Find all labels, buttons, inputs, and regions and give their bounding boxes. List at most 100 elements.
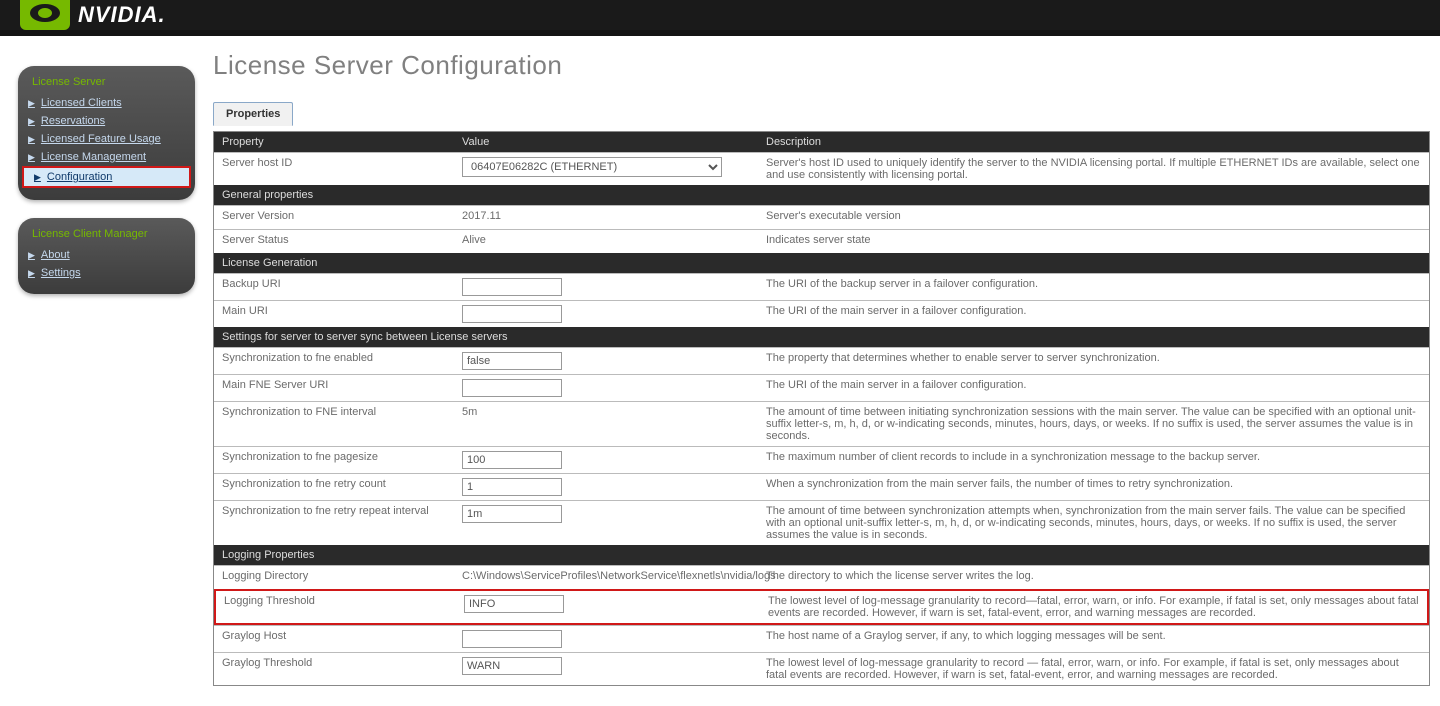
prop-desc: Server's host ID used to uniquely identi… xyxy=(758,153,1429,185)
col-header-description: Description xyxy=(758,132,1429,152)
prop-label: Backup URI xyxy=(214,274,454,294)
graylog-host-input[interactable] xyxy=(462,630,562,648)
prop-value: 2017.11 xyxy=(454,206,758,226)
section-sync-settings: Settings for server to server sync betwe… xyxy=(214,327,1429,347)
row-logging-threshold: Logging Threshold The lowest level of lo… xyxy=(214,589,1429,625)
col-header-property: Property xyxy=(214,132,454,152)
tab-properties[interactable]: Properties xyxy=(213,102,293,126)
prop-label: Synchronization to fne retry repeat inte… xyxy=(214,501,454,521)
sidebar-item-label: Reservations xyxy=(41,115,105,127)
row-backup-uri: Backup URI The URI of the backup server … xyxy=(214,273,1429,300)
row-sync-interval: Synchronization to FNE interval 5m The a… xyxy=(214,401,1429,446)
row-sync-retry-interval: Synchronization to fne retry repeat inte… xyxy=(214,500,1429,545)
sidebar-item-label: License Management xyxy=(41,151,146,163)
row-logging-directory: Logging Directory C:\Windows\ServiceProf… xyxy=(214,565,1429,589)
sidebar-panel-client-manager: License Client Manager ▶ About ▶ Settings xyxy=(18,218,195,294)
sidebar-item-about[interactable]: ▶ About xyxy=(18,246,195,264)
prop-desc: The maximum number of client records to … xyxy=(758,447,1429,467)
sidebar-title: License Client Manager xyxy=(18,224,195,246)
prop-label: Main URI xyxy=(214,301,454,321)
properties-grid: Property Value Description Server host I… xyxy=(213,131,1430,686)
row-sync-pagesize: Synchronization to fne pagesize The maxi… xyxy=(214,446,1429,473)
tabs: Properties xyxy=(213,101,1430,125)
prop-desc: When a synchronization from the main ser… xyxy=(758,474,1429,494)
chevron-right-icon: ▶ xyxy=(34,172,41,183)
prop-value: Alive xyxy=(454,230,758,250)
row-main-uri: Main URI The URI of the main server in a… xyxy=(214,300,1429,327)
prop-desc: The lowest level of log-message granular… xyxy=(758,653,1429,685)
chevron-right-icon: ▶ xyxy=(28,116,35,127)
section-general-properties: General properties xyxy=(214,185,1429,205)
prop-desc: The lowest level of log-message granular… xyxy=(760,591,1427,623)
chevron-right-icon: ▶ xyxy=(28,98,35,109)
prop-label: Graylog Threshold xyxy=(214,653,454,673)
prop-desc: The URI of the backup server in a failov… xyxy=(758,274,1429,294)
row-graylog-threshold: Graylog Threshold The lowest level of lo… xyxy=(214,652,1429,685)
prop-label: Synchronization to FNE interval xyxy=(214,402,454,422)
logging-threshold-input[interactable] xyxy=(464,595,564,613)
section-license-generation: License Generation xyxy=(214,253,1429,273)
row-server-version: Server Version 2017.11 Server's executab… xyxy=(214,205,1429,229)
prop-desc: The amount of time between initiating sy… xyxy=(758,402,1429,446)
main-uri-input[interactable] xyxy=(462,305,562,323)
brand-logo: NVIDIA. xyxy=(20,0,166,30)
prop-desc: The host name of a Graylog server, if an… xyxy=(758,626,1429,646)
section-logging-properties: Logging Properties xyxy=(214,545,1429,565)
sidebar-item-configuration[interactable]: ▶ Configuration xyxy=(22,166,191,188)
main-content: License Server Configuration Properties … xyxy=(195,36,1440,706)
server-host-id-select[interactable]: 06407E06282C (ETHERNET) xyxy=(462,157,722,177)
prop-value: C:\Windows\ServiceProfiles\NetworkServic… xyxy=(454,566,758,586)
prop-label: Server Version xyxy=(214,206,454,226)
chevron-right-icon: ▶ xyxy=(28,250,35,261)
grid-header-row: Property Value Description xyxy=(214,132,1429,152)
main-fne-uri-input[interactable] xyxy=(462,379,562,397)
row-main-fne-uri: Main FNE Server URI The URI of the main … xyxy=(214,374,1429,401)
prop-desc: The property that determines whether to … xyxy=(758,348,1429,368)
sidebar-item-label: Licensed Clients xyxy=(41,97,122,109)
sidebar-panel-license-server: License Server ▶ Licensed Clients ▶ Reserv… xyxy=(18,66,195,200)
row-graylog-host: Graylog Host The host name of a Graylog … xyxy=(214,625,1429,652)
prop-label: Synchronization to fne retry count xyxy=(214,474,454,494)
prop-desc: The URI of the main server in a failover… xyxy=(758,301,1429,321)
sidebar-item-label: Licensed Feature Usage xyxy=(41,133,161,145)
prop-label: Logging Directory xyxy=(214,566,454,586)
sidebar-title: License Server xyxy=(18,72,195,94)
backup-uri-input[interactable] xyxy=(462,278,562,296)
sidebar-item-licensed-clients[interactable]: ▶ Licensed Clients xyxy=(18,94,195,112)
prop-desc: The URI of the main server in a failover… xyxy=(758,375,1429,395)
top-header: NVIDIA. xyxy=(0,0,1440,30)
chevron-right-icon: ▶ xyxy=(28,268,35,279)
sidebar-item-settings[interactable]: ▶ Settings xyxy=(18,264,195,282)
sidebar-item-label: Settings xyxy=(41,267,81,279)
row-sync-enabled: Synchronization to fne enabled The prope… xyxy=(214,347,1429,374)
sidebar-item-license-management[interactable]: ▶ License Management xyxy=(18,148,195,166)
brand-text: NVIDIA. xyxy=(78,2,166,28)
prop-desc: Indicates server state xyxy=(758,230,1429,250)
sidebar-item-label: About xyxy=(41,249,70,261)
chevron-right-icon: ▶ xyxy=(28,134,35,145)
row-server-status: Server Status Alive Indicates server sta… xyxy=(214,229,1429,253)
prop-label: Graylog Host xyxy=(214,626,454,646)
sidebar-item-licensed-feature-usage[interactable]: ▶ Licensed Feature Usage xyxy=(18,130,195,148)
prop-desc: The amount of time between synchronizati… xyxy=(758,501,1429,545)
sync-retry-input[interactable] xyxy=(462,478,562,496)
prop-label: Server host ID xyxy=(214,153,454,173)
prop-desc: Server's executable version xyxy=(758,206,1429,226)
chevron-right-icon: ▶ xyxy=(28,152,35,163)
prop-label: Synchronization to fne enabled xyxy=(214,348,454,368)
sidebar-item-label: Configuration xyxy=(47,171,112,183)
sidebar-item-reservations[interactable]: ▶ Reservations xyxy=(18,112,195,130)
graylog-threshold-input[interactable] xyxy=(462,657,562,675)
sync-pagesize-input[interactable] xyxy=(462,451,562,469)
row-server-host-id: Server host ID 06407E06282C (ETHERNET) S… xyxy=(214,152,1429,185)
page-title: License Server Configuration xyxy=(213,50,1430,81)
row-sync-retry-count: Synchronization to fne retry count When … xyxy=(214,473,1429,500)
sync-enabled-input[interactable] xyxy=(462,352,562,370)
prop-label: Synchronization to fne pagesize xyxy=(214,447,454,467)
prop-label: Main FNE Server URI xyxy=(214,375,454,395)
prop-label: Logging Threshold xyxy=(216,591,456,611)
sync-retry-interval-input[interactable] xyxy=(462,505,562,523)
prop-value: 5m xyxy=(454,402,758,422)
prop-desc: The directory to which the license serve… xyxy=(758,566,1429,586)
prop-label: Server Status xyxy=(214,230,454,250)
